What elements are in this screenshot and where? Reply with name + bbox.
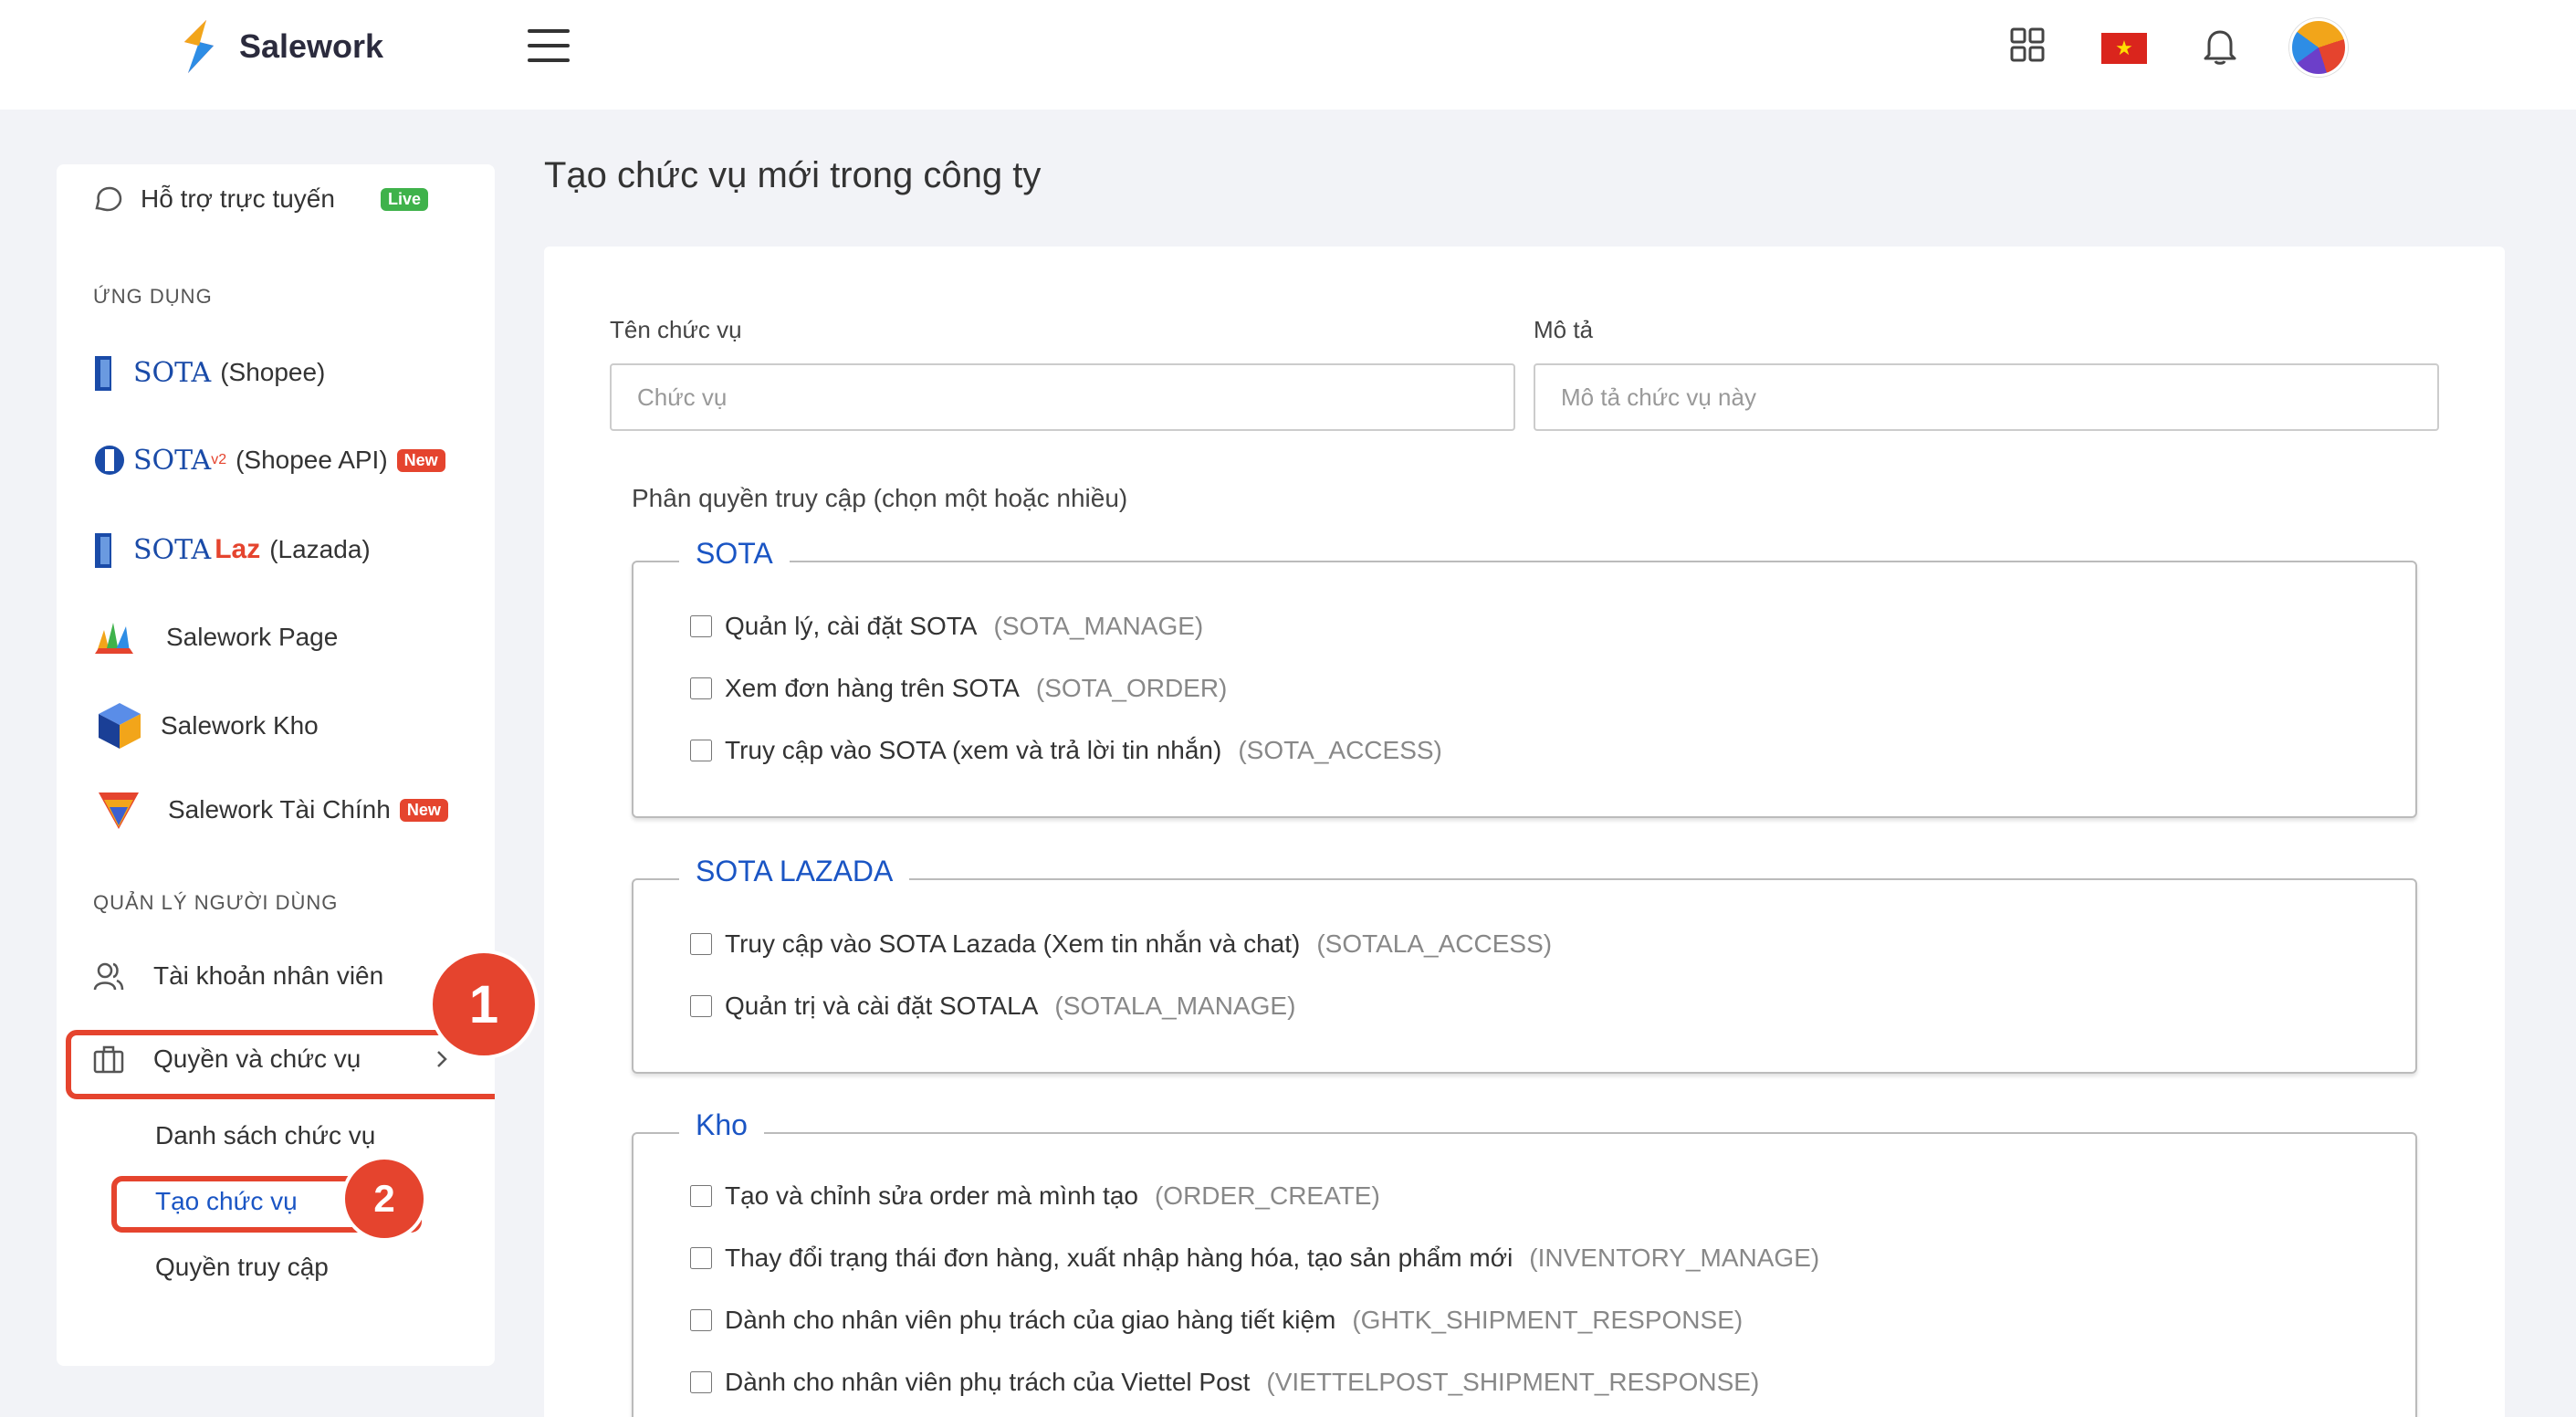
- permission-checkbox[interactable]: [690, 995, 712, 1017]
- sota-v2-icon: [95, 446, 124, 475]
- chat-icon: [95, 186, 122, 212]
- permission-checkbox[interactable]: [690, 1247, 712, 1269]
- permission-code: (ORDER_CREATE): [1154, 1181, 1380, 1210]
- app-name: Salework: [239, 27, 384, 65]
- sidebar-item-sota-shopee[interactable]: SOTA (Shopee): [93, 352, 325, 393]
- new-badge: New: [399, 798, 448, 822]
- permissions-label: Phân quyền truy cập (chọn một hoặc nhiều…: [632, 484, 1128, 512]
- sidebar-item-sota-lazada[interactable]: SOTA Laz (Lazada): [93, 530, 371, 570]
- permission-item[interactable]: Tạo và chỉnh sửa order mà mình tạo (ORDE…: [690, 1181, 1380, 1211]
- description-input[interactable]: [1534, 363, 2439, 431]
- permission-item[interactable]: Dành cho nhân viên phụ trách của giao hà…: [690, 1306, 1743, 1335]
- sota-brand: SOTA: [133, 533, 212, 566]
- menu-icon[interactable]: [528, 29, 570, 62]
- sidebar-subitem-access-rights[interactable]: Quyền truy cập: [155, 1253, 329, 1282]
- permission-checkbox[interactable]: [690, 1185, 712, 1207]
- salework-kho-icon: [99, 703, 141, 749]
- section-heading-user-management: QUẢN LÝ NGƯỜI DÙNG: [93, 891, 339, 914]
- sidebar-item-label: Salework Page: [166, 623, 339, 651]
- permission-item[interactable]: Truy cập vào SOTA Lazada (Xem tin nhắn v…: [690, 929, 1552, 959]
- sidebar-item-label: Salework Kho: [161, 711, 319, 740]
- group-title: SOTA LAZADA: [679, 855, 910, 888]
- permission-code: (VIETTELPOST_SHIPMENT_RESPONSE): [1266, 1368, 1760, 1396]
- permission-checkbox[interactable]: [690, 615, 712, 637]
- sota-version: v2: [211, 452, 227, 467]
- permission-checkbox[interactable]: [690, 1371, 712, 1393]
- highlight-roles: [66, 1030, 495, 1099]
- permission-code: (SOTA_ACCESS): [1238, 736, 1442, 764]
- permission-checkbox[interactable]: [690, 740, 712, 761]
- app-logo[interactable]: Salework: [179, 18, 383, 75]
- new-badge: New: [396, 448, 445, 472]
- permission-label: Quản trị và cài đặt SOTALA: [725, 992, 1039, 1020]
- permission-group-kho: Kho Tạo và chỉnh sửa order mà mình tạo (…: [632, 1108, 2417, 1417]
- sidebar-item-label: (Shopee): [220, 358, 326, 386]
- vietnam-flag-icon[interactable]: ★: [2101, 33, 2147, 64]
- sidebar-item-label: Hỗ trợ trực tuyến: [141, 184, 335, 213]
- permission-label: Dành cho nhân viên phụ trách của Viettel…: [725, 1368, 1251, 1396]
- permission-label: Dành cho nhân viên phụ trách của giao hà…: [725, 1306, 1336, 1334]
- step-marker-1: 1: [429, 950, 539, 1059]
- sidebar-item-sota-v2[interactable]: SOTA v2 (Shopee API) New: [93, 440, 445, 480]
- group-title: SOTA: [679, 537, 790, 571]
- bell-icon[interactable]: [2202, 27, 2238, 66]
- salework-page-icon: [95, 623, 133, 654]
- role-name-input[interactable]: [610, 363, 1515, 431]
- sota-brand: SOTA: [133, 444, 212, 477]
- sidebar: Hỗ trợ trực tuyến Live ỨNG DỤNG SOTA (Sh…: [57, 164, 495, 1366]
- permission-label: Truy cập vào SOTA Lazada (Xem tin nhắn v…: [725, 929, 1301, 958]
- sidebar-item-label: Salework Tài Chính: [168, 795, 391, 824]
- sidebar-item-salework-page[interactable]: Salework Page: [93, 617, 338, 657]
- permission-group-sota-lazada: SOTA LAZADA Truy cập vào SOTA Lazada (Xe…: [632, 855, 2417, 1074]
- sidebar-subitem-role-list[interactable]: Danh sách chức vụ: [155, 1121, 375, 1150]
- salework-finance-icon: [99, 792, 139, 829]
- lazada-mark: Laz: [215, 534, 261, 564]
- permission-label: Quản lý, cài đặt SOTA: [725, 612, 978, 640]
- permission-item[interactable]: Truy cập vào SOTA (xem và trả lời tin nh…: [690, 736, 1442, 765]
- permission-code: (SOTA_ORDER): [1035, 674, 1228, 702]
- sidebar-item-live-support[interactable]: Hỗ trợ trực tuyến Live: [93, 184, 428, 214]
- top-header: Salework ★: [0, 0, 2576, 110]
- users-icon: [93, 962, 124, 991]
- permission-code: (INVENTORY_MANAGE): [1529, 1244, 1820, 1272]
- permission-label: Truy cập vào SOTA (xem và trả lời tin nh…: [725, 736, 1222, 764]
- sidebar-item-staff-accounts[interactable]: Tài khoản nhân viên: [93, 960, 383, 992]
- permission-group-sota: SOTA Quản lý, cài đặt SOTA (SOTA_MANAGE)…: [632, 537, 2417, 818]
- sidebar-item-label: (Shopee API): [236, 446, 388, 474]
- permission-code: (SOTALA_MANAGE): [1054, 992, 1296, 1020]
- section-heading-apps: ỨNG DỤNG: [93, 285, 213, 308]
- sidebar-item-salework-finance[interactable]: Salework Tài Chính New: [97, 787, 448, 833]
- live-badge: Live: [380, 187, 428, 211]
- sota-lazada-icon: [95, 533, 111, 568]
- permission-label: Thay đổi trạng thái đơn hàng, xuất nhập …: [725, 1244, 1513, 1272]
- permission-item[interactable]: Dành cho nhân viên phụ trách của Viettel…: [690, 1368, 1759, 1397]
- page-title: Tạo chức vụ mới trong công ty: [544, 155, 1042, 195]
- permission-item[interactable]: Quản lý, cài đặt SOTA (SOTA_MANAGE): [690, 612, 1203, 641]
- permission-item[interactable]: Xem đơn hàng trên SOTA (SOTA_ORDER): [690, 674, 1227, 703]
- role-name-label: Tên chức vụ: [610, 316, 742, 343]
- avatar[interactable]: [2289, 18, 2348, 77]
- sidebar-item-label: Tài khoản nhân viên: [153, 961, 384, 990]
- sidebar-item-label: (Lazada): [269, 535, 371, 563]
- step-marker-2: 2: [341, 1156, 427, 1242]
- permission-item[interactable]: Thay đổi trạng thái đơn hàng, xuất nhập …: [690, 1244, 1819, 1273]
- permission-checkbox[interactable]: [690, 933, 712, 955]
- sota-shopee-icon: [95, 356, 111, 391]
- permission-item[interactable]: Quản trị và cài đặt SOTALA (SOTALA_MANAG…: [690, 992, 1295, 1021]
- apps-grid-icon[interactable]: [2010, 27, 2045, 62]
- permission-code: (SOTA_MANAGE): [993, 612, 1204, 640]
- permission-code: (GHTK_SHIPMENT_RESPONSE): [1352, 1306, 1744, 1334]
- permission-code: (SOTALA_ACCESS): [1316, 929, 1553, 958]
- sidebar-item-salework-kho[interactable]: Salework Kho: [97, 701, 319, 750]
- permission-label: Xem đơn hàng trên SOTA: [725, 674, 1020, 702]
- description-label: Mô tả: [1534, 316, 1594, 343]
- permission-checkbox[interactable]: [690, 677, 712, 699]
- sota-brand: SOTA: [133, 356, 212, 389]
- permission-label: Tạo và chỉnh sửa order mà mình tạo: [725, 1181, 1138, 1210]
- permission-checkbox[interactable]: [690, 1309, 712, 1331]
- group-title: Kho: [679, 1108, 764, 1142]
- salework-logo-icon: [184, 20, 214, 73]
